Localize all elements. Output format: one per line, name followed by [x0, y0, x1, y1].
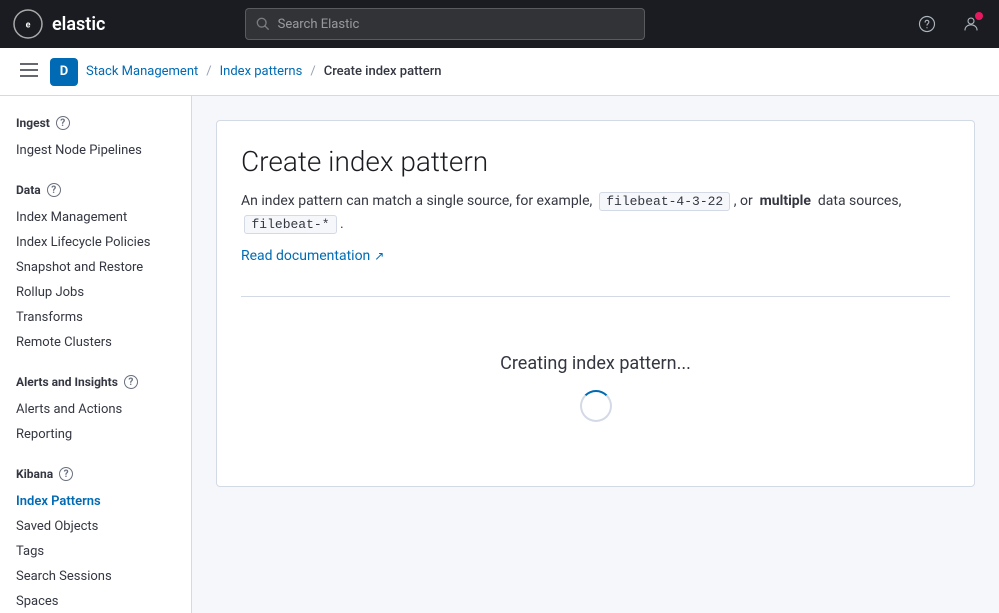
- sidebar-section-ingest: Ingest ? Ingest Node Pipelines: [0, 112, 191, 163]
- top-nav-icons: [911, 8, 987, 40]
- main-content: Create index pattern An index pattern ca…: [192, 96, 999, 613]
- sidebar-item-saved-objects[interactable]: Saved Objects: [0, 514, 191, 539]
- sidebar-section-data: Data ? Index Management Index Lifecycle …: [0, 179, 191, 355]
- sidebar-item-index-management[interactable]: Index Management: [0, 205, 191, 230]
- sidebar-item-tags[interactable]: Tags: [0, 539, 191, 564]
- example2-code: filebeat-*: [244, 215, 336, 234]
- breadcrumb-current: Create index pattern: [324, 64, 442, 79]
- sidebar-item-index-patterns[interactable]: Index Patterns: [0, 489, 191, 514]
- data-help-icon[interactable]: ?: [47, 183, 61, 197]
- sidebar-section-alerts: Alerts and Insights ? Alerts and Actions…: [0, 371, 191, 447]
- sidebar-item-snapshot-and-restore[interactable]: Snapshot and Restore: [0, 255, 191, 280]
- search-placeholder: Search Elastic: [278, 17, 360, 32]
- help-icon-btn[interactable]: [911, 8, 943, 40]
- content-divider: [241, 296, 950, 297]
- sidebar-item-remote-clusters[interactable]: Remote Clusters: [0, 330, 191, 355]
- top-nav: e elastic Search Elastic: [0, 0, 999, 48]
- page-title: Create index pattern: [241, 145, 950, 178]
- content-panel: Create index pattern An index pattern ca…: [216, 120, 975, 487]
- description-suffix: .: [340, 216, 344, 232]
- external-link-icon: ↗: [374, 249, 384, 263]
- breadcrumb-stack-management[interactable]: Stack Management: [86, 64, 198, 79]
- description-middle: , or: [734, 193, 753, 209]
- sidebar-item-index-lifecycle-policies[interactable]: Index Lifecycle Policies: [0, 230, 191, 255]
- kibana-help-icon[interactable]: ?: [59, 467, 73, 481]
- alerts-help-icon[interactable]: ?: [124, 375, 138, 389]
- sidebar-item-transforms[interactable]: Transforms: [0, 305, 191, 330]
- search-icon: [256, 17, 270, 31]
- sidebar-item-search-sessions[interactable]: Search Sessions: [0, 564, 191, 589]
- description-prefix: An index pattern can match a single sour…: [241, 193, 592, 209]
- description-after-bold: data sources,: [818, 193, 901, 209]
- hamburger-button[interactable]: [16, 59, 42, 85]
- loading-spinner: [580, 390, 612, 422]
- sidebar-item-reporting[interactable]: Reporting: [0, 422, 191, 447]
- breadcrumb-sep-2: /: [310, 64, 315, 79]
- breadcrumb-bar: D Stack Management / Index patterns / Cr…: [0, 48, 999, 96]
- ingest-help-icon[interactable]: ?: [56, 116, 70, 130]
- ingest-label: Ingest: [16, 116, 50, 130]
- sidebar-section-header-data: Data ?: [0, 179, 191, 201]
- alerts-label: Alerts and Insights: [16, 375, 118, 389]
- sidebar-section-header-kibana: Kibana ?: [0, 463, 191, 485]
- doc-link-label: Read documentation: [241, 248, 370, 264]
- notification-dot: [975, 12, 983, 20]
- main-layout: Ingest ? Ingest Node Pipelines Data ? In…: [0, 96, 999, 613]
- breadcrumb-index-patterns[interactable]: Index patterns: [220, 64, 303, 79]
- logo-text: elastic: [52, 14, 105, 35]
- sidebar: Ingest ? Ingest Node Pipelines Data ? In…: [0, 96, 192, 613]
- example1-code: filebeat-4-3-22: [599, 192, 730, 211]
- page-description: An index pattern can match a single sour…: [241, 190, 950, 236]
- sidebar-item-rollup-jobs[interactable]: Rollup Jobs: [0, 280, 191, 305]
- search-bar[interactable]: Search Elastic: [245, 8, 645, 40]
- sidebar-section-kibana: Kibana ? Index Patterns Saved Objects Ta…: [0, 463, 191, 613]
- breadcrumb-sep-1: /: [206, 64, 211, 79]
- sidebar-section-header-alerts: Alerts and Insights ?: [0, 371, 191, 393]
- sidebar-section-header-ingest: Ingest ?: [0, 112, 191, 134]
- sidebar-item-spaces[interactable]: Spaces: [0, 589, 191, 613]
- svg-text:e: e: [26, 21, 31, 31]
- bold-word: multiple: [760, 193, 811, 209]
- loading-text: Creating index pattern...: [500, 353, 691, 374]
- sidebar-item-ingest-node-pipelines[interactable]: Ingest Node Pipelines: [0, 138, 191, 163]
- elastic-logo: e elastic: [12, 8, 105, 40]
- loading-container: Creating index pattern...: [241, 313, 950, 462]
- kibana-label: Kibana: [16, 467, 53, 481]
- space-badge[interactable]: D: [50, 58, 78, 86]
- sidebar-item-alerts-actions[interactable]: Alerts and Actions: [0, 397, 191, 422]
- read-documentation-link[interactable]: Read documentation ↗: [241, 248, 384, 264]
- data-label: Data: [16, 183, 41, 197]
- user-icon-btn[interactable]: [955, 8, 987, 40]
